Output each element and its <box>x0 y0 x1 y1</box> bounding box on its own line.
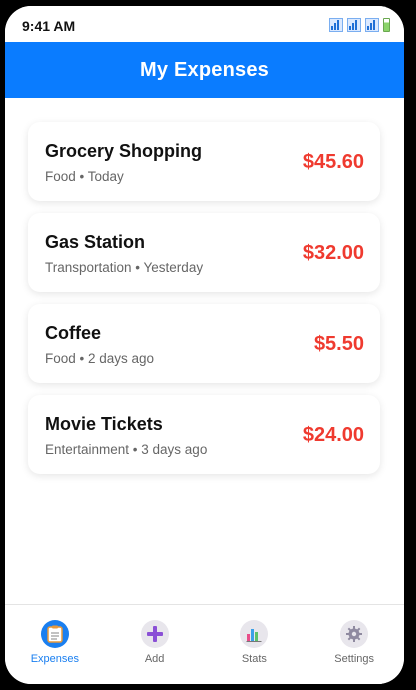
bottom-tab-bar: Expenses Add Stats Settings <box>5 604 404 684</box>
expense-meta: Transportation • Yesterday <box>45 260 204 275</box>
expense-title: Gas Station <box>45 232 146 252</box>
tab-label: Add <box>144 653 165 665</box>
expense-meta: Entertainment • 3 days ago <box>45 442 208 457</box>
expense-meta: Food • Today <box>45 169 124 184</box>
expense-meta: Food • 2 days ago <box>45 351 155 366</box>
expense-amount: $24.00 <box>302 424 364 446</box>
app-header: My Expenses <box>5 42 404 98</box>
page-title: My Expenses <box>140 58 269 81</box>
tab-add[interactable]: Add <box>105 605 205 684</box>
expense-title: Coffee <box>45 323 102 343</box>
expense-list: Grocery Shopping Food • Today $45.60 Gas… <box>28 122 380 486</box>
gear-icon <box>340 620 369 648</box>
expense-amount: $5.50 <box>313 333 364 355</box>
signal-icon <box>347 18 361 32</box>
expense-amount: $45.60 <box>302 151 364 173</box>
signal-icon <box>329 18 343 32</box>
expense-item[interactable]: Coffee Food • 2 days ago $5.50 <box>28 304 380 383</box>
tab-label: Settings <box>334 653 374 665</box>
expense-title: Grocery Shopping <box>45 141 203 161</box>
expense-item[interactable]: Grocery Shopping Food • Today $45.60 <box>28 122 380 201</box>
expense-amount: $32.00 <box>302 242 364 264</box>
status-icons <box>329 18 390 32</box>
clipboard-icon <box>40 620 69 648</box>
status-bar: 9:41 AM <box>5 6 404 42</box>
status-time: 9:41 AM <box>22 18 76 34</box>
expense-item[interactable]: Movie Tickets Entertainment • 3 days ago… <box>28 395 380 474</box>
tab-label: Expenses <box>30 653 80 665</box>
tab-settings[interactable]: Settings <box>304 605 404 684</box>
tab-label: Stats <box>241 653 267 665</box>
expense-item[interactable]: Gas Station Transportation • Yesterday $… <box>28 213 380 292</box>
tab-stats[interactable]: Stats <box>205 605 305 684</box>
battery-icon <box>383 18 390 32</box>
expense-title: Movie Tickets <box>45 414 163 434</box>
plus-icon <box>140 620 169 648</box>
tab-expenses[interactable]: Expenses <box>5 605 105 684</box>
phone-screen: 9:41 AM My Expenses Grocery Shopping Foo… <box>5 6 404 684</box>
bar-chart-icon <box>240 620 269 648</box>
wifi-icon <box>365 18 379 32</box>
